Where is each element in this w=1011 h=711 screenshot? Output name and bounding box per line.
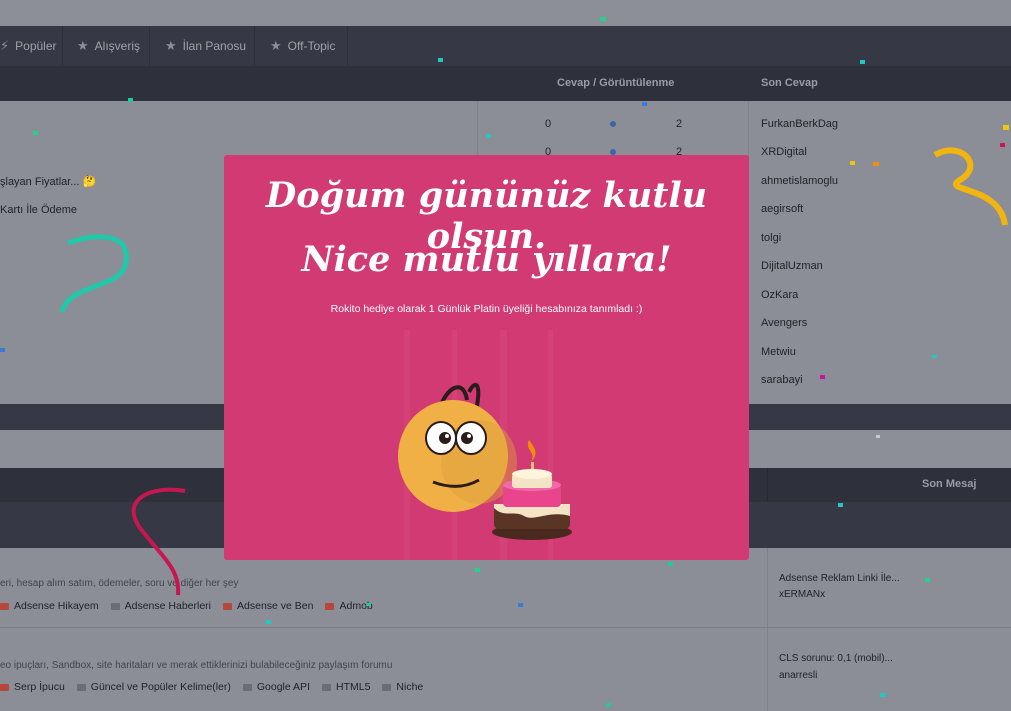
confetti-piece [876,435,880,438]
modal-message: Rokito hediye olarak 1 Günlük Platin üye… [330,303,643,315]
confetti-piece [838,503,843,507]
confetti-piece [438,58,443,62]
confetti-piece [642,102,647,106]
confetti-piece [932,355,937,358]
confetti-piece [880,693,886,697]
birthday-modal: Doğum gününüz kutlu olsun. Nice mutlu yı… [224,155,749,560]
confetti-ribbon [59,234,129,313]
birthday-mascot-illustration [398,382,572,540]
confetti-piece [475,568,480,572]
confetti-piece [860,60,865,64]
confetti-ribbon [933,147,1008,226]
confetti-ribbon [131,487,186,596]
confetti-piece [518,603,523,607]
confetti-piece [873,162,879,166]
confetti-piece [486,134,491,138]
confetti-piece [366,603,371,606]
modal-subtitle: Nice mutlu yıllara! [301,239,672,280]
confetti-piece [850,161,855,165]
confetti-piece [606,703,611,707]
confetti-piece [128,98,133,102]
confetti-piece [600,17,606,21]
confetti-piece [266,620,271,624]
confetti-piece [1003,125,1009,130]
confetti-piece [0,348,5,352]
confetti-piece [820,375,825,379]
confetti-piece [33,131,38,135]
confetti-piece [668,562,673,566]
confetti-piece [1000,143,1005,147]
confetti-piece [925,578,930,582]
mascot-icon [398,382,517,512]
